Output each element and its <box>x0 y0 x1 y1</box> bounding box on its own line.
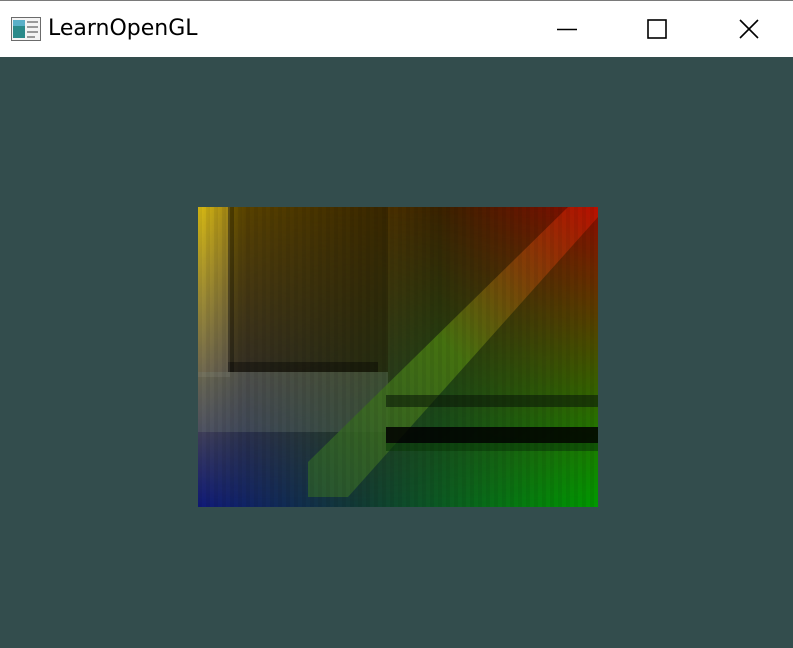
window-title: LearnOpenGL <box>48 16 198 41</box>
textured-quad <box>198 207 598 507</box>
close-button[interactable] <box>703 1 793 57</box>
render-viewport[interactable] <box>0 57 793 648</box>
maximize-button[interactable] <box>611 1 703 57</box>
maximize-icon <box>647 19 667 39</box>
title-bar[interactable]: LearnOpenGL <box>0 1 793 57</box>
opengl-app-icon <box>11 17 41 41</box>
app-window: LearnOpenGL <box>0 0 793 648</box>
close-icon <box>739 19 759 39</box>
minimize-icon <box>557 28 577 31</box>
minimize-button[interactable] <box>521 1 613 57</box>
